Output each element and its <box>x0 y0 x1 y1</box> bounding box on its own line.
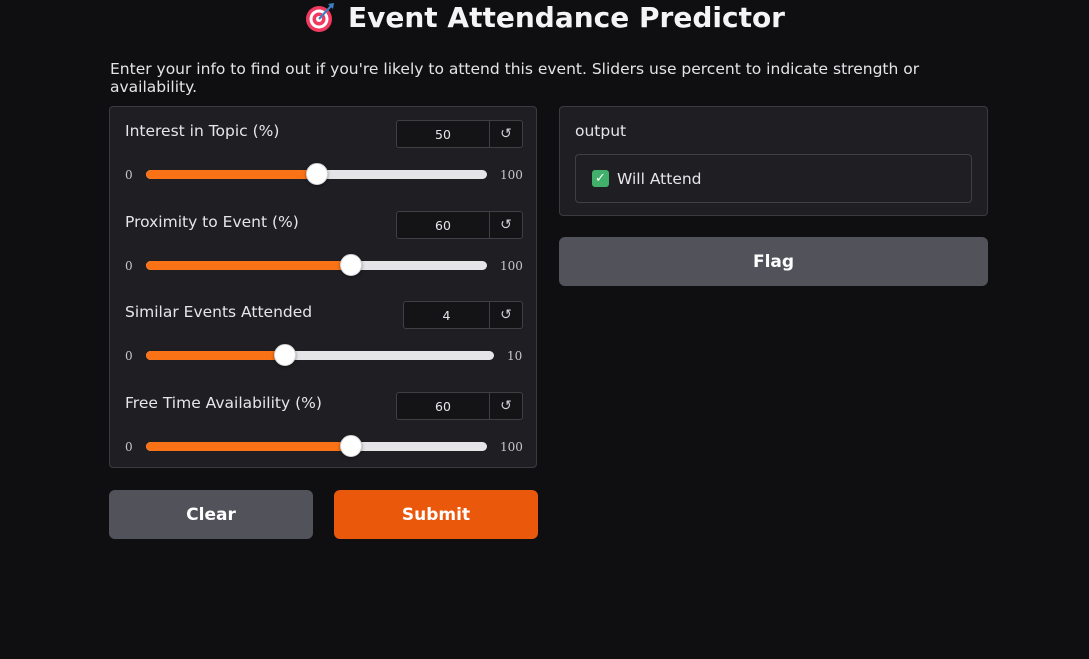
slider-min-label: 0 <box>125 168 133 182</box>
reset-icon[interactable]: ↺ <box>490 212 522 238</box>
slider-max-label: 10 <box>507 349 523 363</box>
output-result: Will Attend <box>617 169 702 188</box>
number-input[interactable]: 60 <box>397 212 490 238</box>
reset-icon[interactable]: ↺ <box>490 121 522 147</box>
number-input[interactable]: 60 <box>397 393 490 419</box>
slider-max-label: 100 <box>500 168 523 182</box>
slider-track[interactable] <box>146 435 487 457</box>
number-input[interactable]: 4 <box>404 302 490 328</box>
slider-fill <box>146 261 351 270</box>
slider-thumb[interactable] <box>305 163 328 185</box>
number-input-box: 60 ↺ <box>396 392 523 420</box>
slider-fill <box>146 351 286 360</box>
slider-thumb[interactable] <box>339 254 362 276</box>
slider-thumb[interactable] <box>339 435 362 457</box>
slider-row-free-time: Free Time Availability (%) 60 ↺ 0 100 <box>110 379 538 469</box>
submit-button[interactable]: Submit <box>334 490 538 539</box>
slider-row-proximity: Proximity to Event (%) 60 ↺ 0 100 <box>110 198 538 288</box>
slider-min-label: 0 <box>125 259 133 273</box>
slider-track[interactable] <box>146 254 487 276</box>
reset-icon[interactable]: ↺ <box>490 393 522 419</box>
output-box: ✓ Will Attend <box>575 154 972 203</box>
reset-icon[interactable]: ↺ <box>490 302 522 328</box>
slider-row-similar-events: Similar Events Attended 4 ↺ 0 10 <box>110 288 538 378</box>
slider-max-label: 100 <box>500 440 523 454</box>
slider-fill <box>146 170 317 179</box>
slider-label: Similar Events Attended <box>125 303 313 321</box>
slider-min-label: 0 <box>125 440 133 454</box>
flag-button[interactable]: Flag <box>559 237 988 286</box>
slider-label: Free Time Availability (%) <box>125 394 322 412</box>
number-input-box: 50 ↺ <box>396 120 523 148</box>
input-panel: Interest in Topic (%) 50 ↺ 0 100 Proximi… <box>109 106 537 468</box>
target-icon <box>304 1 336 33</box>
slider-label: Interest in Topic (%) <box>125 122 280 140</box>
slider-label: Proximity to Event (%) <box>125 213 299 231</box>
page-title: Event Attendance Predictor <box>348 0 785 34</box>
number-input[interactable]: 50 <box>397 121 490 147</box>
check-icon: ✓ <box>592 170 609 187</box>
slider-track[interactable] <box>146 344 494 366</box>
slider-thumb[interactable] <box>274 344 297 366</box>
slider-max-label: 100 <box>500 259 523 273</box>
slider-row-interest: Interest in Topic (%) 50 ↺ 0 100 <box>110 107 538 197</box>
slider-track[interactable] <box>146 163 487 185</box>
clear-button[interactable]: Clear <box>109 490 313 539</box>
number-input-box: 4 ↺ <box>403 301 523 329</box>
app-title-bar: Event Attendance Predictor <box>0 0 1089 34</box>
page-description: Enter your info to find out if you're li… <box>110 60 920 96</box>
output-panel: output ✓ Will Attend <box>559 106 988 216</box>
number-input-box: 60 ↺ <box>396 211 523 239</box>
slider-fill <box>146 442 351 451</box>
output-label: output <box>575 122 627 140</box>
slider-min-label: 0 <box>125 349 133 363</box>
